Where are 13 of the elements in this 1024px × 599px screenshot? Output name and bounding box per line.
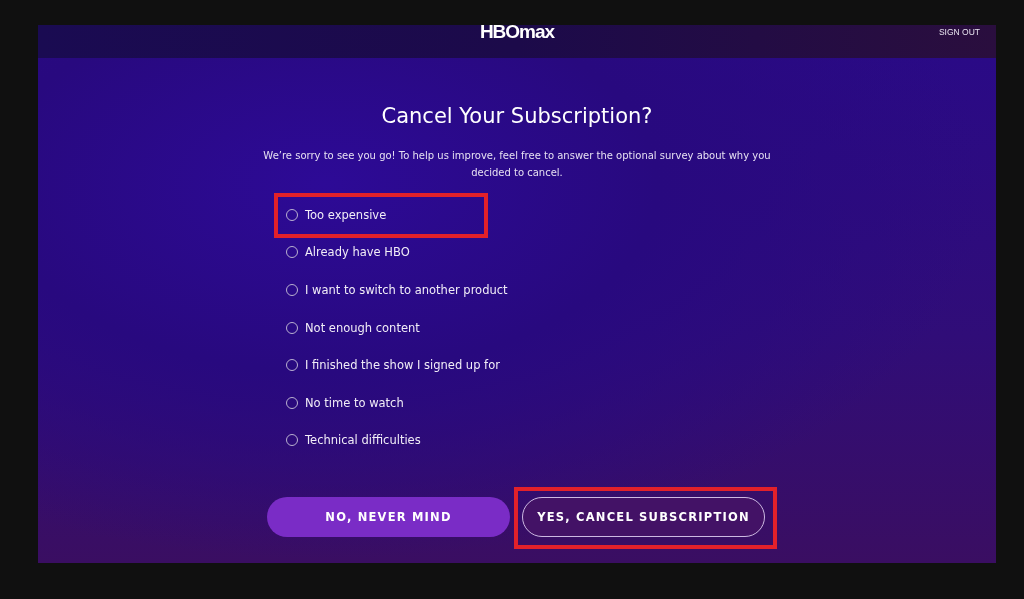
survey-option[interactable]: No time to watch [286, 395, 404, 410]
survey-option[interactable]: Technical difficulties [286, 433, 421, 448]
survey-option[interactable]: Already have HBO [286, 245, 410, 260]
logo: HBOmax [479, 20, 555, 43]
page-title: Cancel Your Subscription? [380, 104, 654, 128]
survey-option[interactable]: I finished the show I signed up for [286, 358, 500, 373]
never-mind-button[interactable]: NO, NEVER MIND [267, 497, 510, 538]
survey-option[interactable]: I want to switch to another product [286, 283, 508, 297]
cancel-subscription-button[interactable]: YES, CANCEL SUBSCRIPTION [522, 497, 765, 538]
description: We’re sorry to see you go! To help us improve, feel free to answer the optional survey about why you decided to cancel. [262, 149, 772, 180]
survey-option[interactable]: Not enough content [286, 320, 420, 335]
survey-option[interactable]: Too expensive [286, 207, 387, 222]
sign-out-link[interactable]: SIGN OUT [938, 27, 980, 37]
